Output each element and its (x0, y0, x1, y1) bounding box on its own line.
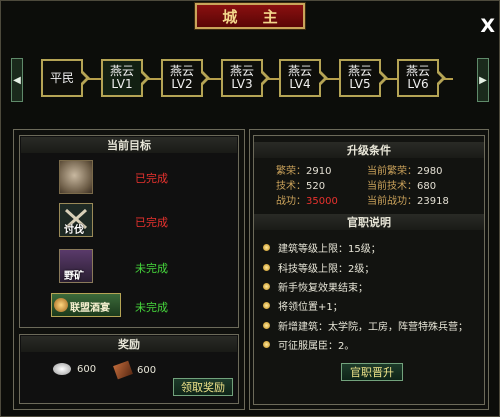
next-arrow-icon[interactable]: ▶ (477, 58, 489, 102)
promote-rank-button[interactable]: 官职晋升 (341, 363, 403, 381)
stat-value: 2980 (417, 166, 443, 177)
stat-merit: 战功：35000 (276, 194, 338, 209)
rank-node-lv5[interactable]: 燕云 LV5 (339, 59, 388, 97)
rank-desc-text: 可征服属臣：2。 (278, 341, 355, 352)
rank-arrow-icon (378, 70, 388, 86)
goal-alliance-banquet-icon: 联盟酒宴 (51, 293, 121, 317)
stat-label: 当前战功： (367, 196, 417, 207)
rank-desc-item: 可征服属臣：2。 (263, 337, 354, 352)
rank-desc-item: 建筑等级上限：15级； (263, 240, 381, 255)
rank-label: 平民 (49, 70, 74, 85)
upgrade-header: 升级条件 (254, 142, 484, 158)
stat-prosperity: 繁荣：2910 (276, 164, 331, 179)
rank-arrow-icon (318, 70, 328, 86)
goals-header: 当前目标 (21, 137, 237, 153)
rank-desc-item: 新手恢复效果结束； (263, 279, 368, 294)
stat-value: 23918 (417, 196, 449, 207)
window-title-tab: 城 主 (195, 3, 305, 29)
banquet-icon (54, 298, 68, 312)
rank-desc-header: 官职说明 (254, 214, 484, 230)
rank-desc-text: 建筑等级上限：15级； (278, 244, 381, 255)
stat-value: 520 (306, 181, 326, 192)
rank-arrow-icon (140, 70, 150, 86)
rank-level: LV3 (231, 77, 253, 91)
rank-level: LV5 (349, 77, 371, 91)
rank-node-lv2[interactable]: 燕云 LV2 (161, 59, 210, 97)
rank-desc-item: 将领位置+1； (263, 298, 343, 313)
bullet-icon (263, 302, 270, 309)
stat-label: 繁荣： (276, 166, 306, 177)
stat-tech: 技术：520 (276, 179, 325, 194)
reward-silver: 600 (53, 363, 96, 375)
rank-desc-text: 将领位置+1； (278, 302, 343, 313)
rank-level: LV2 (171, 77, 193, 91)
rank-node-commoner[interactable]: 平民 (41, 59, 90, 97)
goal-status: 未完成 (135, 301, 168, 314)
rank-node-lv3[interactable]: 燕云 LV3 (221, 59, 270, 97)
rewards-header: 奖励 (21, 336, 237, 352)
rank-desc-text: 新增建筑：太学院，工房，阵营特殊兵营； (278, 322, 468, 333)
goal-icon-label: 野矿 (64, 271, 84, 282)
rank-desc-text: 新手恢复效果结束； (278, 283, 368, 294)
reward-lumber: 600 (113, 360, 157, 380)
reward-value: 600 (77, 363, 97, 375)
city-lord-window: 城 主 X ◀ ▶ 平民 燕云 LV1 燕云 LV2 燕云 LV3 燕云 LV4… (0, 0, 500, 417)
close-icon[interactable]: X (480, 15, 495, 37)
stat-value: 2910 (306, 166, 332, 177)
rank-arrow-icon (260, 70, 270, 86)
goal-crusade-icon: 讨伐 (59, 203, 93, 237)
rank-arrow-icon (436, 70, 446, 86)
stat-label: 当前技术： (367, 181, 417, 192)
goal-wild-mine-icon: 野矿 (59, 249, 93, 283)
stat-current-tech: 当前技术：680 (367, 179, 436, 194)
stat-label: 当前繁荣： (367, 166, 417, 177)
rank-arrow-icon (200, 70, 210, 86)
stat-label: 战功： (276, 196, 306, 207)
claim-reward-button[interactable]: 领取奖励 (173, 378, 233, 396)
window-title: 城 主 (222, 7, 288, 26)
rank-level: LV6 (407, 77, 429, 91)
bullet-icon (263, 264, 270, 271)
stat-current-prosperity: 当前繁荣：2980 (367, 164, 442, 179)
goal-status: 已完成 (135, 172, 168, 185)
rank-desc-item: 新增建筑：太学院，工房，阵营特殊兵营； (263, 318, 468, 333)
stat-label: 技术： (276, 181, 306, 192)
rank-level: LV1 (111, 77, 133, 91)
rank-desc-text: 科技等级上限：2级； (278, 264, 375, 275)
bullet-icon (263, 244, 270, 251)
rank-arrow-icon (80, 70, 90, 86)
rank-desc-item: 科技等级上限：2级； (263, 260, 374, 275)
timber-icon (113, 360, 133, 380)
rank-node-lv4[interactable]: 燕云 LV4 (279, 59, 328, 97)
stat-current-merit: 当前战功：23918 (367, 194, 449, 209)
bullet-icon (263, 341, 270, 348)
goal-icon-label: 联盟酒宴 (70, 303, 110, 314)
goal-icon-label: 讨伐 (64, 225, 84, 236)
prev-arrow-icon[interactable]: ◀ (11, 58, 23, 102)
stat-value: 680 (417, 181, 437, 192)
rank-node-lv6[interactable]: 燕云 LV6 (397, 59, 446, 97)
goal-prosperity-icon (59, 160, 93, 194)
goal-status: 已完成 (135, 216, 168, 229)
rank-level: LV4 (289, 77, 311, 91)
bullet-icon (263, 322, 270, 329)
silver-ingot-icon (53, 363, 71, 375)
stat-value: 35000 (306, 196, 338, 207)
rank-node-lv1[interactable]: 燕云 LV1 (101, 59, 150, 97)
goal-status: 未完成 (135, 262, 168, 275)
bullet-icon (263, 283, 270, 290)
reward-value: 600 (137, 364, 157, 376)
